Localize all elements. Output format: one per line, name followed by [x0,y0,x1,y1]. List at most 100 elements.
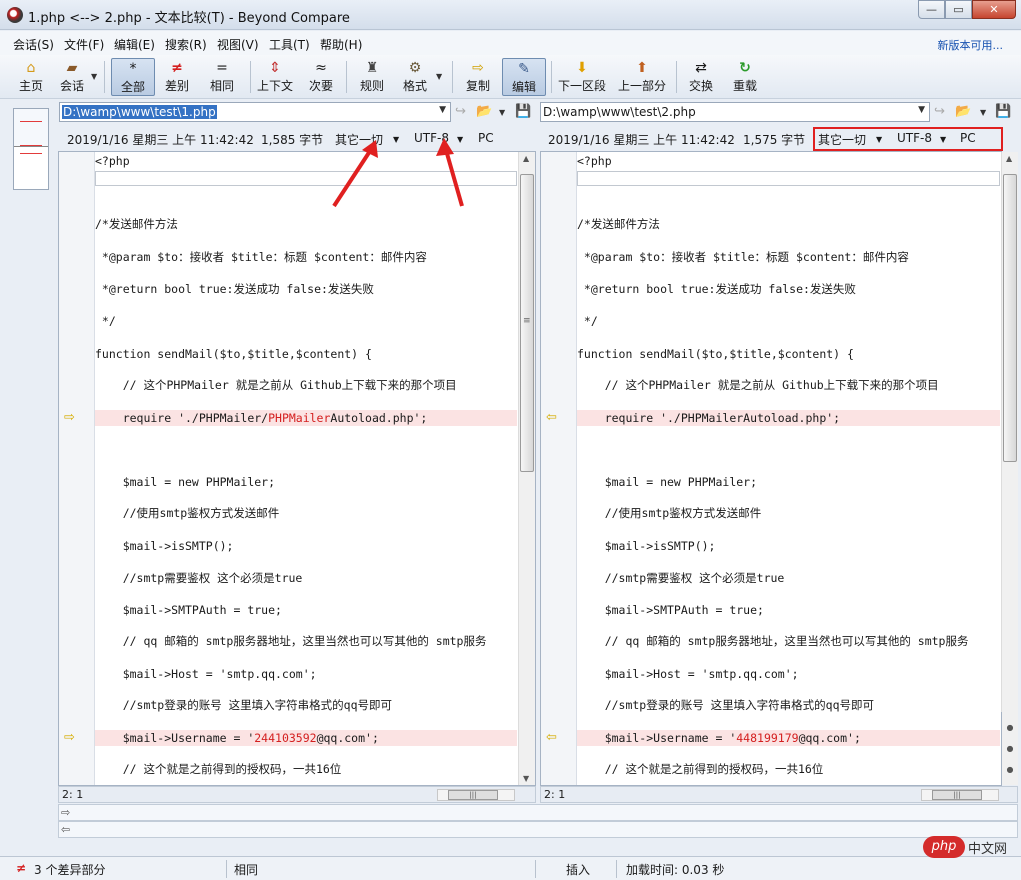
scroll-down-icon[interactable]: ▼ [523,774,529,783]
menu-search[interactable]: 搜索(R) [165,36,207,53]
overview-diff-mark [20,145,42,146]
right-path-input[interactable]: D:\wamp\www\test\2.php ▼ [540,102,930,122]
left-code[interactable]: <?php /*发送邮件方法 *@param $to：接收者 $title：标题… [95,152,517,785]
right-position-bar: 2: 1 ||| [540,786,1018,803]
code-line: // 这个PHPMailer 就是之前从 Github上下载下来的那个项目 [577,378,939,392]
session-button[interactable]: ▰ 会话 [54,58,90,96]
line-detail-left[interactable]: ⇨ [58,804,1018,821]
left-vertical-scrollbar[interactable]: ▲ ≡ ▼ [518,152,535,785]
left-text-pane[interactable]: ⇨ ⇨ <?php /*发送邮件方法 *@param $to：接收者 $titl… [58,151,536,786]
menu-session[interactable]: 会话(S) [13,36,54,53]
right-code[interactable]: <?php /*发送邮件方法 *@param $to：接收者 $title：标题… [577,152,1000,785]
new-version-link[interactable]: 新版本可用... [938,37,1004,53]
callout-arrows [332,138,464,208]
filter-same-button[interactable]: = 相同 [203,58,241,96]
circle-icon[interactable]: ● [1002,723,1018,732]
left-path-input[interactable]: D:\wamp\www\test\1.php ▼ [59,102,451,122]
left-arrow-icon: ⇦ [61,823,71,836]
scroll-thumb[interactable]: ||| [932,790,982,800]
reload-label: 重载 [732,79,757,93]
minor-button[interactable]: ≈ 次要 [304,58,338,96]
copy-button[interactable]: ⇨ 复制 [461,58,495,96]
save-icon[interactable]: 💾 [515,104,531,119]
open-dropdown-icon[interactable]: ▼ [499,108,505,117]
left-lineend[interactable]: PC [478,131,494,145]
folder-open-icon[interactable]: 📂 [955,104,971,119]
next-section-button[interactable]: ⬇ 下一区段 [555,58,609,96]
minimize-button[interactable]: — [918,0,945,19]
session-label: 会话 [59,79,84,93]
right-text-pane[interactable]: ⇦ ⇦ <?php /*发送邮件方法 *@param $to：接收者 $titl… [540,151,1002,786]
app-icon [7,7,23,23]
edit-button[interactable]: ✎ 编辑 [502,58,546,96]
code-text: $mail->Username = ' [95,731,255,745]
maximize-button[interactable]: ▭ [945,0,972,19]
watermark: php 中文网 [923,836,1019,858]
filter-diffs-button[interactable]: ≠ 差别 [160,58,194,96]
open-dropdown-icon[interactable]: ▼ [980,108,986,117]
diff-navigator[interactable]: ● ● ● [1002,699,1018,785]
code-line: $mail->Host = 'smtp.qq.com'; [95,667,317,681]
overview-thumbnail[interactable] [13,108,49,190]
diff-line: $mail->Username = '244103592@qq.com'; [95,730,517,746]
close-button[interactable]: ✕ [972,0,1016,19]
copy-right-arrow-icon[interactable]: ⇨ [64,411,75,425]
toolbar-separator [104,61,105,93]
code-line: $mail->SMTPAuth = true; [577,603,764,617]
home-button[interactable]: ⌂ 主页 [12,58,50,96]
menu-help[interactable]: 帮助(H) [320,36,362,53]
circle-icon[interactable]: ● [1002,744,1018,753]
toolbar-separator [676,61,677,93]
toolbar-separator [250,61,251,93]
chevron-down-icon[interactable]: ▼ [918,105,925,115]
scroll-up-icon[interactable]: ▲ [523,154,529,163]
menu-view[interactable]: 视图(V) [217,36,259,53]
copy-right-arrow-icon[interactable]: ⇨ [64,731,75,745]
callout-arrowhead [436,138,454,156]
menu-tools[interactable]: 工具(T) [269,36,310,53]
scroll-thumb[interactable] [1003,174,1017,462]
rules-button[interactable]: ♜ 规则 [355,58,389,96]
menu-file[interactable]: 文件(F) [64,36,104,53]
asterisk-icon: * [129,61,137,77]
format-dropdown-icon[interactable]: ▼ [436,72,442,81]
copy-left-arrow-icon[interactable]: ⇦ [546,731,557,745]
folder-open-icon[interactable]: 📂 [476,104,492,119]
code-line: */ [577,314,598,328]
session-dropdown-icon[interactable]: ▼ [91,72,97,81]
code-line: $mail->Host = 'smtp.qq.com'; [577,667,799,681]
format-button[interactable]: ⚙ 格式 [398,58,432,96]
code-text: Autoload.php'; [330,411,428,425]
right-horizontal-scrollbar[interactable]: ||| [921,789,999,801]
chevron-down-icon[interactable]: ▼ [439,105,446,115]
filter-all-button[interactable]: * 全部 [111,58,155,96]
left-size: 1,585 字节 [261,133,324,147]
right-vertical-scrollbar[interactable]: ▲ ▼ [1001,152,1018,712]
scroll-up-icon[interactable]: ▲ [1006,154,1012,163]
overview-viewport[interactable] [14,109,48,147]
menu-edit[interactable]: 编辑(E) [114,36,155,53]
diffs-label: 差别 [164,79,189,93]
save-icon[interactable]: 💾 [995,104,1011,119]
copy-left-arrow-icon[interactable]: ⇦ [546,411,557,425]
left-date: 2019/1/16 星期三 上午 11:42:42 [67,133,254,147]
overview-diff-mark [20,153,42,154]
code-line: //使用smtp鉴权方式发送邮件 [577,506,762,520]
code-line: //smtp需要鉴权 这个必须是true [95,571,303,585]
scroll-thumb[interactable]: ||| [448,790,498,800]
code-line: *@return bool true:发送成功 false:发送失败 [95,282,374,296]
code-line: //smtp登录的账号 这里填入字符串格式的qq号即可 [95,698,393,712]
code-line: // qq 邮箱的 smtp服务器地址，这里当然也可以写其他的 smtp服务 [95,634,487,648]
prev-section-button[interactable]: ⬆ 上一部分 [615,58,669,96]
swap-button[interactable]: ⇄ 交换 [684,58,718,96]
context-label: 上下文 [256,79,293,93]
circle-icon[interactable]: ● [1002,765,1018,774]
nav-forward-icon[interactable]: ↪ [934,104,945,119]
context-button[interactable]: ⇕ 上下文 [254,58,296,96]
diff-text: 244103592 [254,731,317,745]
code-text: require './PHPMailer/ [95,411,269,425]
line-detail-right[interactable]: ⇦ [58,821,1018,838]
nav-forward-icon[interactable]: ↪ [455,104,466,119]
left-horizontal-scrollbar[interactable]: ||| [437,789,515,801]
reload-button[interactable]: ↻ 重载 [728,58,762,96]
